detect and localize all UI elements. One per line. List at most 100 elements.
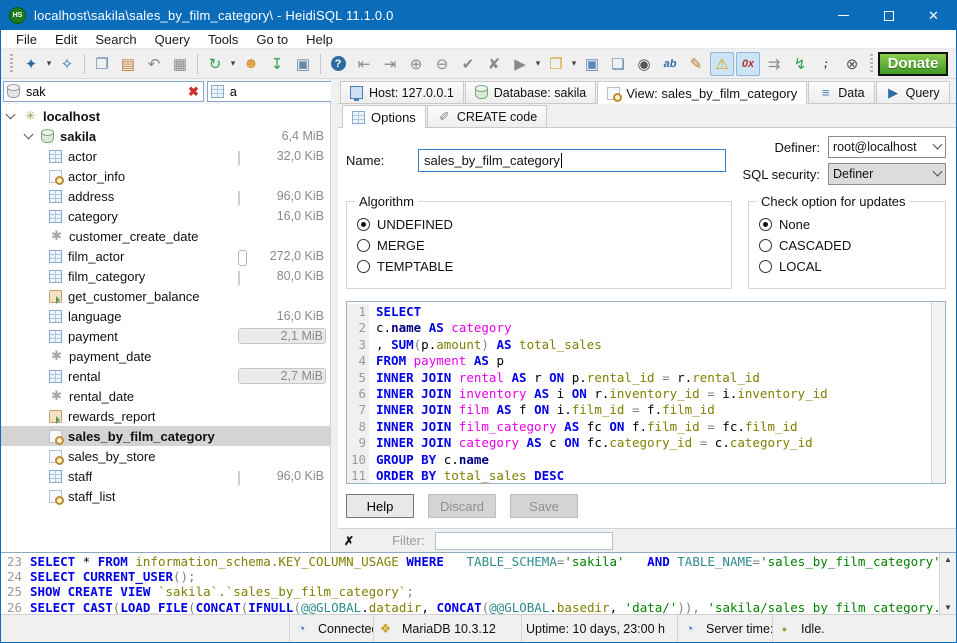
snippet-save-icon[interactable]: ▣ (291, 52, 315, 76)
stop-icon[interactable]: ⊗ (840, 52, 864, 76)
tree-item-language[interactable]: language16,0 KiB (1, 306, 330, 326)
radio-none[interactable]: None (759, 214, 935, 235)
tree-item-rewards-report[interactable]: rewards_report (1, 406, 330, 426)
add-record-icon[interactable]: ⊕ (404, 52, 428, 76)
tab-new-query[interactable]: ⊞ (951, 81, 957, 103)
post-changes-icon[interactable]: ✔ (456, 52, 480, 76)
menu-item-help[interactable]: Help (297, 31, 342, 48)
tree-item-rental-date[interactable]: ✱rental_date (1, 386, 330, 406)
disconnect-icon[interactable]: ✧ (55, 52, 79, 76)
radio-button-icon[interactable] (759, 218, 772, 231)
save-sql-icon[interactable]: ▣ (580, 52, 604, 76)
find-replace-icon[interactable]: ab (658, 52, 682, 76)
export-database-icon[interactable]: ↧ (265, 52, 289, 76)
tree-item-actor-info[interactable]: actor_info (1, 166, 330, 186)
maximize-button[interactable] (866, 1, 911, 30)
paste-icon[interactable]: ▤ (116, 52, 140, 76)
close-filter-icon[interactable]: ✗ (344, 534, 354, 548)
undo-icon[interactable]: ↶ (142, 52, 166, 76)
radio-cascaded[interactable]: CASCADED (759, 235, 935, 256)
radio-undefined[interactable]: UNDEFINED (357, 214, 721, 235)
tree-item-category[interactable]: category16,0 KiB (1, 206, 330, 226)
menu-item-edit[interactable]: Edit (46, 31, 86, 48)
tab-data[interactable]: ≡Data (808, 81, 874, 103)
load-sql-file-dropdown[interactable]: ▾ (569, 58, 579, 69)
tab-database-sakila[interactable]: Database: sakila (465, 81, 596, 103)
tab-view-sales-by-film-category[interactable]: View: sales_by_film_category (597, 81, 807, 104)
run-query-icon[interactable]: ▶ (508, 52, 532, 76)
save-sql-as-icon[interactable]: ❏ (606, 52, 630, 76)
run-query-dropdown[interactable]: ▾ (533, 58, 543, 69)
donate-button[interactable]: Donate (878, 52, 948, 76)
reformat-sql-icon[interactable]: ✎ (684, 52, 708, 76)
tree-item-staff-list[interactable]: staff_list (1, 486, 330, 506)
definer-select[interactable]: root@localhost (828, 136, 946, 158)
expand-chevron-icon[interactable] (6, 109, 16, 119)
tree-item-staff[interactable]: staff96,0 KiB (1, 466, 330, 486)
tree-item-sales-by-store[interactable]: sales_by_store (1, 446, 330, 466)
subtab-options[interactable]: Options (342, 105, 426, 128)
editor-scrollbar[interactable] (931, 302, 945, 483)
view-name-input[interactable]: sales_by_film_category (418, 149, 726, 172)
help-icon[interactable]: ? (326, 52, 350, 76)
bind-params-icon[interactable]: ⚠ (710, 52, 734, 76)
help-button[interactable]: Help (346, 494, 414, 518)
go-first-icon[interactable]: ⇤ (352, 52, 376, 76)
radio-button-icon[interactable] (759, 260, 772, 273)
menu-item-search[interactable]: Search (86, 31, 145, 48)
log-scrollbar[interactable]: ▲ ▼ (939, 553, 956, 614)
go-last-icon[interactable]: ⇥ (378, 52, 402, 76)
tree-item-rental[interactable]: rental2,7 MiB (1, 366, 330, 386)
print-icon[interactable]: ▦ (168, 52, 192, 76)
radio-button-icon[interactable] (357, 239, 370, 252)
tree-item-sales-by-film-category[interactable]: sales_by_film_category (1, 426, 330, 446)
load-sql-file-icon[interactable]: ❒ (544, 52, 568, 76)
filter-input[interactable] (435, 532, 613, 550)
sql-log[interactable]: 23SELECT * FROM information_schema.KEY_C… (1, 553, 939, 614)
tree-item-payment-date[interactable]: ✱payment_date (1, 346, 330, 366)
sql-security-select[interactable]: Definer (828, 163, 946, 185)
scroll-down-icon[interactable]: ▼ (944, 603, 952, 612)
sql-code[interactable]: 1SELECT2c.name AS category3, SUM(p.amoun… (347, 302, 931, 483)
user-manager-icon[interactable]: ☻ (239, 52, 263, 76)
database-filter-input[interactable] (26, 85, 187, 99)
scroll-up-icon[interactable]: ▲ (944, 555, 952, 564)
find-icon[interactable]: ◉ (632, 52, 656, 76)
tree-item-payment[interactable]: payment2,1 MiB (1, 326, 330, 346)
delete-record-icon[interactable]: ⊖ (430, 52, 454, 76)
reconnect-icon[interactable]: ↯ (788, 52, 812, 76)
tree-item-film-actor[interactable]: film_actor272,0 KiB (1, 246, 330, 266)
radio-temptable[interactable]: TEMPTABLE (357, 256, 721, 277)
tree-item-get-customer-balance[interactable]: get_customer_balance (1, 286, 330, 306)
refresh-icon[interactable]: ↻ (203, 52, 227, 76)
next-statement-icon[interactable]: ⇉ (762, 52, 786, 76)
panel-splitter[interactable] (331, 79, 338, 552)
minimize-button[interactable] (821, 1, 866, 30)
tab-host-127-0-0-1[interactable]: Host: 127.0.0.1 (340, 81, 464, 103)
radio-merge[interactable]: MERGE (357, 235, 721, 256)
copy-icon[interactable]: ❐ (90, 52, 114, 76)
menu-item-tools[interactable]: Tools (199, 31, 247, 48)
session-manager-icon[interactable]: ✦ (19, 52, 43, 76)
subtab-create-code[interactable]: ✐CREATE code (427, 105, 547, 127)
hex-view-icon[interactable]: 0x (736, 52, 760, 76)
tree-item-film-category[interactable]: film_category80,0 KiB (1, 266, 330, 286)
menu-item-file[interactable]: File (7, 31, 46, 48)
save-button[interactable]: Save (510, 494, 578, 518)
menu-item-query[interactable]: Query (146, 31, 199, 48)
tree-item-localhost[interactable]: ✳localhost (1, 106, 330, 126)
clear-database-filter-icon[interactable]: ✖ (187, 84, 200, 100)
session-manager-dropdown[interactable]: ▾ (44, 58, 54, 69)
radio-button-icon[interactable] (357, 260, 370, 273)
radio-button-icon[interactable] (357, 218, 370, 231)
discard-button[interactable]: Discard (428, 494, 496, 518)
view-sql-editor[interactable]: 1SELECT2c.name AS category3, SUM(p.amoun… (346, 301, 946, 484)
expand-chevron-icon[interactable] (24, 129, 34, 139)
tab-query[interactable]: ▶Query (876, 81, 950, 103)
tree-item-sakila[interactable]: sakila6,4 MiB (1, 126, 330, 146)
cancel-editing-icon[interactable]: ✘ (482, 52, 506, 76)
refresh-dropdown[interactable]: ▾ (228, 58, 238, 69)
tree-item-actor[interactable]: actor32,0 KiB (1, 146, 330, 166)
delimiter-icon[interactable]: ; (814, 52, 838, 76)
radio-local[interactable]: LOCAL (759, 256, 935, 277)
